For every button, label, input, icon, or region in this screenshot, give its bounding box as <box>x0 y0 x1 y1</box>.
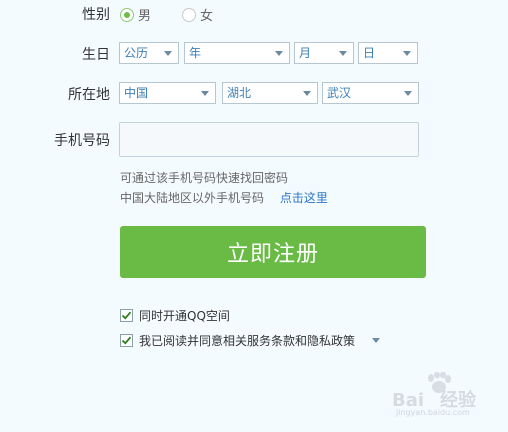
chevron-down-icon <box>404 91 412 96</box>
calendar-type-select[interactable]: 公历 <box>119 42 179 64</box>
gender-label: 性别 <box>82 7 110 23</box>
chevron-down-icon <box>275 51 283 56</box>
qzone-label: 同时开通QQ空间 <box>139 309 230 323</box>
gender-female-label: 女 <box>200 9 214 24</box>
city-value: 武汉 <box>327 86 352 100</box>
gender-male-label: 男 <box>138 9 152 24</box>
phone-hint: 可通过该手机号码快速找回密码 <box>120 171 289 185</box>
month-value: 月 <box>299 46 312 60</box>
chevron-down-icon <box>201 91 209 96</box>
chevron-down-icon <box>303 91 311 96</box>
gender-male-radio[interactable]: 男 <box>120 5 151 24</box>
overseas-phone-label: 中国大陆地区以外手机号码 <box>120 191 265 205</box>
radio-selected-icon <box>120 7 134 22</box>
radio-unselected-icon <box>182 7 196 22</box>
country-select[interactable]: 中国 <box>119 82 216 104</box>
day-value: 日 <box>363 46 376 60</box>
province-value: 湖北 <box>227 86 252 100</box>
baidu-jingyan-watermark: Bai 经验 jingyan.baidu.com <box>392 372 500 424</box>
gender-female-radio[interactable]: 女 <box>182 5 213 24</box>
chevron-down-icon <box>403 51 411 56</box>
chevron-down-icon <box>339 51 347 56</box>
phone-label: 手机号码 <box>54 133 110 149</box>
checkbox-checked-icon <box>120 309 133 322</box>
birthday-label: 生日 <box>82 47 110 63</box>
checkbox-checked-icon <box>120 334 133 347</box>
chevron-down-icon <box>164 51 172 56</box>
phone-input[interactable] <box>119 122 419 157</box>
overseas-phone-link[interactable]: 点击这里 <box>280 191 328 205</box>
year-select[interactable]: 年 <box>184 42 290 64</box>
city-select[interactable]: 武汉 <box>322 82 419 104</box>
location-label: 所在地 <box>68 87 110 103</box>
year-value: 年 <box>189 46 202 60</box>
expand-terms-icon[interactable] <box>372 338 380 343</box>
agree-terms-label: 我已阅读并同意相关服务条款和隐私政策 <box>139 334 356 348</box>
watermark-url: jingyan.baidu.com <box>396 408 470 417</box>
register-button[interactable]: 立即注册 <box>120 226 426 278</box>
calendar-type-value: 公历 <box>124 46 149 60</box>
province-select[interactable]: 湖北 <box>222 82 318 104</box>
overseas-phone-text: 中国大陆地区以外手机号码 点击这里 <box>120 189 328 206</box>
qzone-checkbox[interactable]: 同时开通QQ空间 <box>120 307 230 324</box>
month-select[interactable]: 月 <box>294 42 354 64</box>
agree-terms-checkbox[interactable]: 我已阅读并同意相关服务条款和隐私政策 <box>120 332 355 349</box>
day-select[interactable]: 日 <box>358 42 418 64</box>
country-value: 中国 <box>124 86 149 100</box>
